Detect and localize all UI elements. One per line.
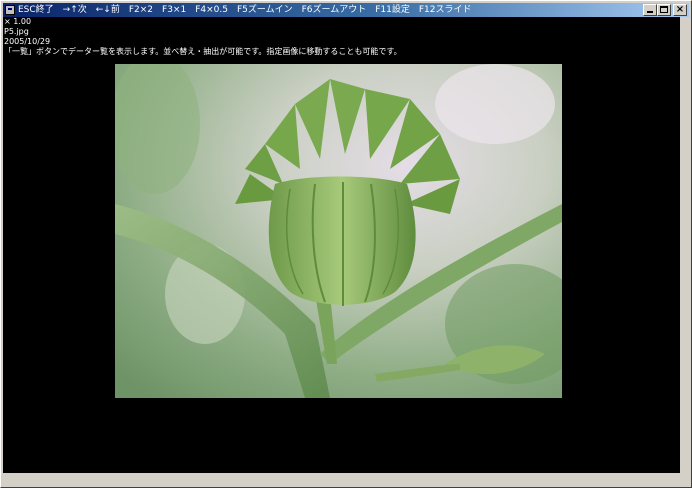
maximize-icon [660,6,668,13]
minimize-button[interactable] [643,4,657,16]
vertical-scrollbar[interactable] [680,17,691,473]
usage-hint: 「一覧」ボタンでデーター覧を表示します。並べ替え・抽出が可能です。指定画像に移動… [4,47,402,56]
file-name: P5.jpg [4,27,29,36]
viewer-window: ESC終了 →↑次 ←↓前 F2×2 F3×1 F4×0.5 F5ズームイン F… [0,0,692,488]
minimize-icon [647,11,653,13]
horizontal-scrollbar[interactable] [3,473,680,486]
flower-bud-photo [115,64,562,398]
image-viewer-area[interactable]: × 1.00 P5.jpg 2005/10/29 「一覧」ボタンでデーター覧を表… [3,17,680,473]
title-bar[interactable]: ESC終了 →↑次 ←↓前 F2×2 F3×1 F4×0.5 F5ズームイン F… [3,3,689,17]
close-icon: × [675,4,685,15]
window-controls: × [643,4,687,16]
viewer-app-icon[interactable] [5,5,15,15]
photo-display[interactable] [115,64,562,398]
zoom-level: × 1.00 [4,17,32,26]
window-title: ESC終了 →↑次 ←↓前 F2×2 F3×1 F4×0.5 F5ズームイン F… [18,5,472,15]
maximize-button[interactable] [657,4,671,16]
close-button[interactable]: × [673,4,687,16]
scrollbar-corner [680,473,691,486]
photo-date: 2005/10/29 [4,37,51,46]
